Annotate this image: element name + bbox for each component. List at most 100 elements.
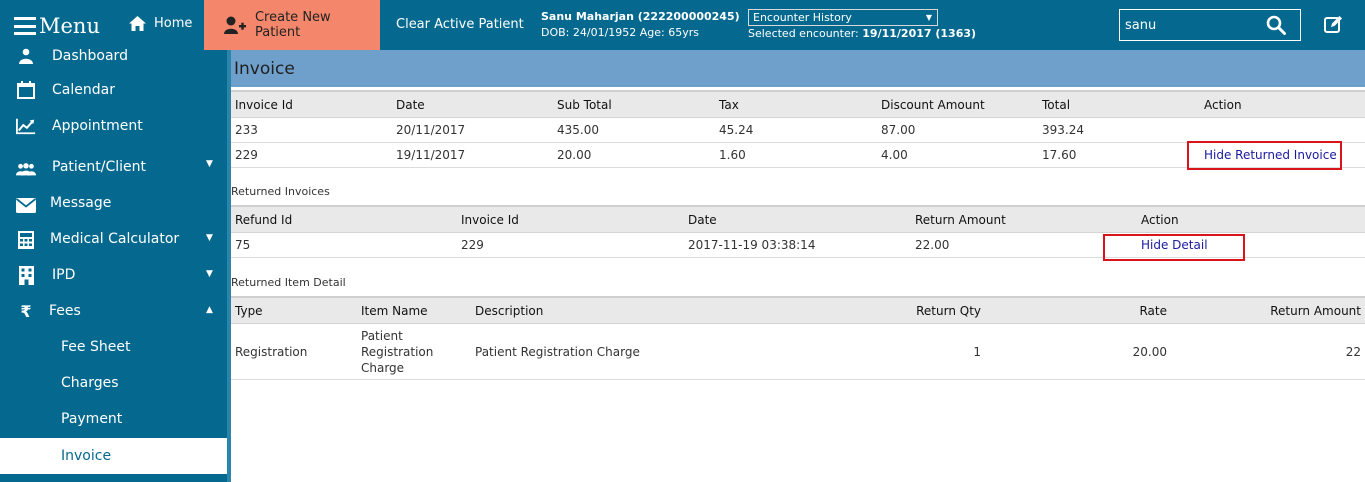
item-type: Registration: [231, 323, 357, 380]
sidebar-item-label: Appointment: [52, 118, 143, 134]
highlight-box: [1187, 141, 1342, 170]
page-header: Invoice: [231, 50, 1365, 87]
column-header: Invoice Id: [457, 205, 684, 233]
column-header: Discount Amount: [877, 90, 1038, 118]
item-name: Patient Registration Charge: [357, 323, 471, 380]
create-new-patient-label: Create New Patient: [254, 10, 331, 40]
home-button[interactable]: Home: [129, 16, 192, 31]
active-patient-info: Sanu Maharjan (222200000245) DOB: 24/01/…: [541, 9, 740, 41]
sidebar-item-label: Medical Calculator: [50, 231, 180, 247]
patient-name: Sanu Maharjan (222200000245): [541, 10, 740, 23]
column-header: Invoice Id: [231, 90, 392, 118]
sidebar-item-dashboard[interactable]: Dashboard: [0, 48, 227, 64]
column-header: Item Name: [357, 296, 471, 324]
returned-item-detail-title: Returned Item Detail: [231, 276, 346, 289]
sidebar-item-label: Fees: [49, 303, 81, 319]
column-header: Date: [392, 90, 553, 118]
sidebar-subitem-label: Fee Sheet: [61, 339, 131, 355]
building-icon: [16, 265, 36, 285]
sidebar-item-label: Patient/Client: [52, 159, 146, 175]
create-new-patient-button[interactable]: Create New Patient: [204, 0, 380, 50]
home-label: Home: [154, 16, 193, 31]
selected-encounter-value: 19/11/2017 (1363): [862, 27, 977, 40]
invoice-action: [1200, 117, 1365, 143]
refund-id: 75: [231, 232, 457, 258]
caret-down-icon: ▼: [206, 233, 213, 243]
item-return-amount: 22: [1171, 323, 1365, 380]
column-header: Return Amount: [1171, 296, 1365, 324]
top-navbar: Menu Home Create New Patient Clear Activ…: [0, 0, 1365, 50]
sidebar-item-label: Message: [50, 195, 112, 211]
encounter-history-select[interactable]: Encounter History ▼: [748, 9, 938, 26]
sidebar-subitem-label: Invoice: [61, 448, 112, 464]
search-icon[interactable]: [1266, 15, 1286, 35]
invoice-total: 17.60: [1038, 142, 1200, 168]
column-header: Return Amount: [911, 205, 1137, 233]
rupee-icon: ₹: [20, 301, 32, 321]
invoice-total: 393.24: [1038, 117, 1200, 143]
calculator-icon: [16, 230, 36, 250]
patient-details: DOB: 24/01/1952 Age: 65yrs: [541, 26, 700, 39]
table-row: Registration Patient Registration Charge…: [231, 323, 1365, 380]
item-description: Patient Registration Charge: [471, 323, 798, 380]
item-rate: 20.00: [981, 323, 1171, 380]
envelope-icon: [16, 195, 36, 215]
chart-line-icon: [16, 116, 36, 136]
refund-date: 2017-11-19 03:38:14: [684, 232, 911, 258]
invoice-discount: 87.00: [877, 117, 1038, 143]
sidebar-item-label: Dashboard: [52, 48, 128, 64]
hamburger-icon: [14, 17, 36, 35]
sidebar-subitem-invoice[interactable]: Invoice: [0, 438, 227, 474]
table-row: 233 20/11/2017 435.00 45.24 87.00 393.24: [231, 117, 1365, 143]
sidebar-subitem-charges[interactable]: Charges: [0, 373, 227, 395]
selected-encounter: Selected encounter: 19/11/2017 (1363): [748, 27, 976, 40]
caret-down-icon: ▼: [925, 13, 932, 22]
column-header: Tax: [715, 90, 877, 118]
sidebar-subitem-fee-sheet[interactable]: Fee Sheet: [0, 337, 227, 359]
column-header: Date: [684, 205, 911, 233]
invoice-tax: 45.24: [715, 117, 877, 143]
table-header-row: Type Item Name Description Return Qty Ra…: [231, 296, 1365, 324]
selected-encounter-label: Selected encounter:: [748, 27, 859, 40]
column-header: Action: [1200, 90, 1365, 118]
sidebar-item-label: IPD: [52, 267, 76, 283]
caret-up-icon: ▲: [206, 305, 213, 315]
add-user-icon: [224, 16, 246, 34]
invoice-date: 19/11/2017: [392, 142, 553, 168]
menu-button[interactable]: Menu: [14, 12, 100, 40]
users-icon: [16, 159, 36, 179]
invoice-tax: 1.60: [715, 142, 877, 168]
item-return-qty: 1: [798, 323, 981, 380]
page-title: Invoice: [234, 59, 295, 79]
clear-active-patient-button[interactable]: Clear Active Patient: [396, 17, 524, 32]
invoice-date: 20/11/2017: [392, 117, 553, 143]
invoice-id: 233: [231, 117, 392, 143]
column-header: Sub Total: [553, 90, 715, 118]
returned-item-table: Type Item Name Description Return Qty Ra…: [231, 296, 1365, 380]
column-header: Description: [471, 296, 798, 324]
invoice-subtotal: 20.00: [553, 142, 715, 168]
invoice-subtotal: 435.00: [553, 117, 715, 143]
invoice-discount: 4.00: [877, 142, 1038, 168]
column-header: Total: [1038, 90, 1200, 118]
caret-down-icon: ▼: [206, 269, 213, 279]
column-header: Return Qty: [798, 296, 981, 324]
invoice-id: 229: [231, 142, 392, 168]
home-icon: [129, 16, 146, 31]
edit-icon[interactable]: [1324, 15, 1343, 34]
column-header: Rate: [981, 296, 1171, 324]
menu-label: Menu: [39, 14, 100, 38]
sidebar-subitem-label: Payment: [61, 411, 123, 427]
column-header: Action: [1137, 205, 1365, 233]
returned-invoices-title: Returned Invoices: [231, 185, 330, 198]
sidebar-subitem-label: Charges: [61, 375, 119, 391]
column-header: Type: [231, 296, 357, 324]
sidebar-item-label: Calendar: [52, 82, 115, 98]
dashboard-icon: [16, 46, 36, 66]
refund-invoice-id: 229: [457, 232, 684, 258]
sidebar-subitem-payment[interactable]: Payment: [0, 409, 227, 431]
column-header: Refund Id: [231, 205, 457, 233]
table-header-row: Invoice Id Date Sub Total Tax Discount A…: [231, 90, 1365, 118]
table-header-row: Refund Id Invoice Id Date Return Amount …: [231, 205, 1365, 233]
sidebar: Dashboard Calendar Appointment Patient/C…: [0, 48, 227, 482]
